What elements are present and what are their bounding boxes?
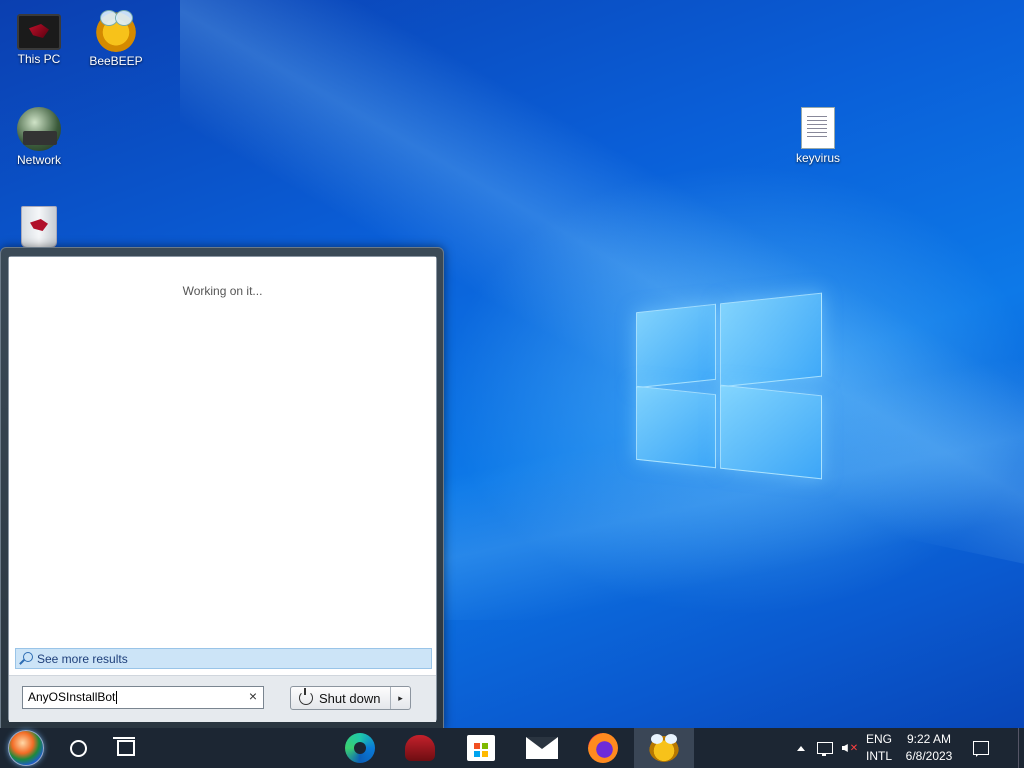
shutdown-button[interactable]: Shut down: [291, 687, 391, 709]
show-desktop-button[interactable]: [1018, 728, 1024, 768]
show-hidden-icons-button[interactable]: [794, 728, 808, 768]
chevron-up-icon: [797, 745, 805, 751]
input-language-indicator[interactable]: ENG INTL: [862, 728, 896, 768]
search-status-text: Working on it...: [182, 284, 263, 298]
store-icon: [467, 735, 495, 761]
recycle-bin-icon: [21, 206, 57, 248]
task-view-icon: [113, 737, 135, 756]
clock-button[interactable]: 9:22 AM 6/8/2023: [900, 728, 958, 768]
shutdown-options-arrow[interactable]: ▸: [391, 693, 410, 704]
language-text: ENG INTL: [865, 732, 892, 763]
start-search-input[interactable]: AnyOSInstallBot ×: [22, 686, 264, 709]
logo-pane: [720, 292, 822, 388]
start-menu: Working on it... See more results AnyOSI…: [0, 247, 444, 730]
shutdown-button-group: Shut down ▸: [290, 686, 411, 710]
search-input-value: AnyOSInstallBot: [28, 690, 118, 705]
taskbar-store[interactable]: [461, 728, 501, 768]
action-center-button[interactable]: [968, 728, 994, 768]
this-pc-icon: [17, 14, 61, 50]
start-menu-panel: Working on it... See more results AnyOSI…: [8, 256, 437, 722]
notification-icon: [973, 741, 989, 757]
desktop-icon-label: BeeBEEP: [89, 54, 143, 68]
network-icon: [17, 107, 61, 151]
task-view-button[interactable]: [106, 728, 146, 768]
clear-search-button[interactable]: ×: [249, 688, 257, 704]
logo-pane: [720, 384, 822, 480]
windows-start-orb-icon: [8, 730, 44, 766]
clock-time: 9:22 AM: [906, 732, 952, 746]
network-tray-button[interactable]: [815, 728, 835, 768]
desktop-icon-label: Network: [16, 153, 61, 167]
start-menu-footer: AnyOSInstallBot × Shut down ▸: [9, 675, 436, 722]
mail-icon: [526, 737, 558, 759]
windows-logo-wallpaper: [636, 290, 822, 480]
logo-pane: [636, 303, 716, 389]
search-results-pane: Working on it... See more results: [9, 257, 436, 675]
taskbar-helmet-app[interactable]: [400, 728, 440, 768]
desktop-icon-label: This PC: [17, 52, 61, 66]
taskbar: ✕ ENG INTL 9:22 AM 6/8/2023: [0, 728, 1024, 768]
mute-x-icon: ✕: [849, 742, 859, 754]
desktop-icon-network[interactable]: Network: [1, 107, 77, 167]
firefox-icon: [588, 733, 618, 763]
clock-date: 6/8/2023: [905, 749, 953, 763]
shutdown-label: Shut down: [319, 690, 381, 706]
volume-tray-button[interactable]: ✕: [839, 728, 861, 768]
taskbar-firefox[interactable]: [583, 728, 623, 768]
see-more-results-label: See more results: [37, 651, 128, 666]
cortana-circle-icon: [69, 739, 87, 757]
desktop-icon-beebeep[interactable]: BeeBEEP: [78, 8, 154, 68]
volume-muted-icon: [841, 744, 848, 752]
start-button[interactable]: [6, 728, 46, 768]
clock-text: 9:22 AM 6/8/2023: [906, 731, 953, 765]
network-tray-icon: [817, 742, 833, 756]
text-file-icon: [801, 107, 835, 149]
taskbar-mail[interactable]: [522, 728, 562, 768]
desktop-icon-label: keyvirus: [795, 151, 840, 165]
edge-icon: [345, 733, 375, 763]
desktop-icon-this-pc[interactable]: This PC: [1, 8, 77, 66]
logo-pane: [636, 385, 716, 469]
power-icon: [299, 688, 313, 705]
helmet-app-icon: [405, 735, 435, 761]
desktop-icon-keyvirus[interactable]: keyvirus: [780, 107, 856, 165]
see-more-results-link[interactable]: See more results: [15, 648, 432, 669]
taskbar-edge[interactable]: [340, 728, 380, 768]
search-icon: [19, 651, 33, 666]
desktop-icon-recycle-bin[interactable]: [1, 206, 77, 250]
beebeep-icon: [94, 8, 138, 52]
taskbar-beebeep[interactable]: [634, 728, 694, 768]
beebeep-icon: [649, 734, 679, 762]
cortana-search-button[interactable]: [58, 728, 98, 768]
